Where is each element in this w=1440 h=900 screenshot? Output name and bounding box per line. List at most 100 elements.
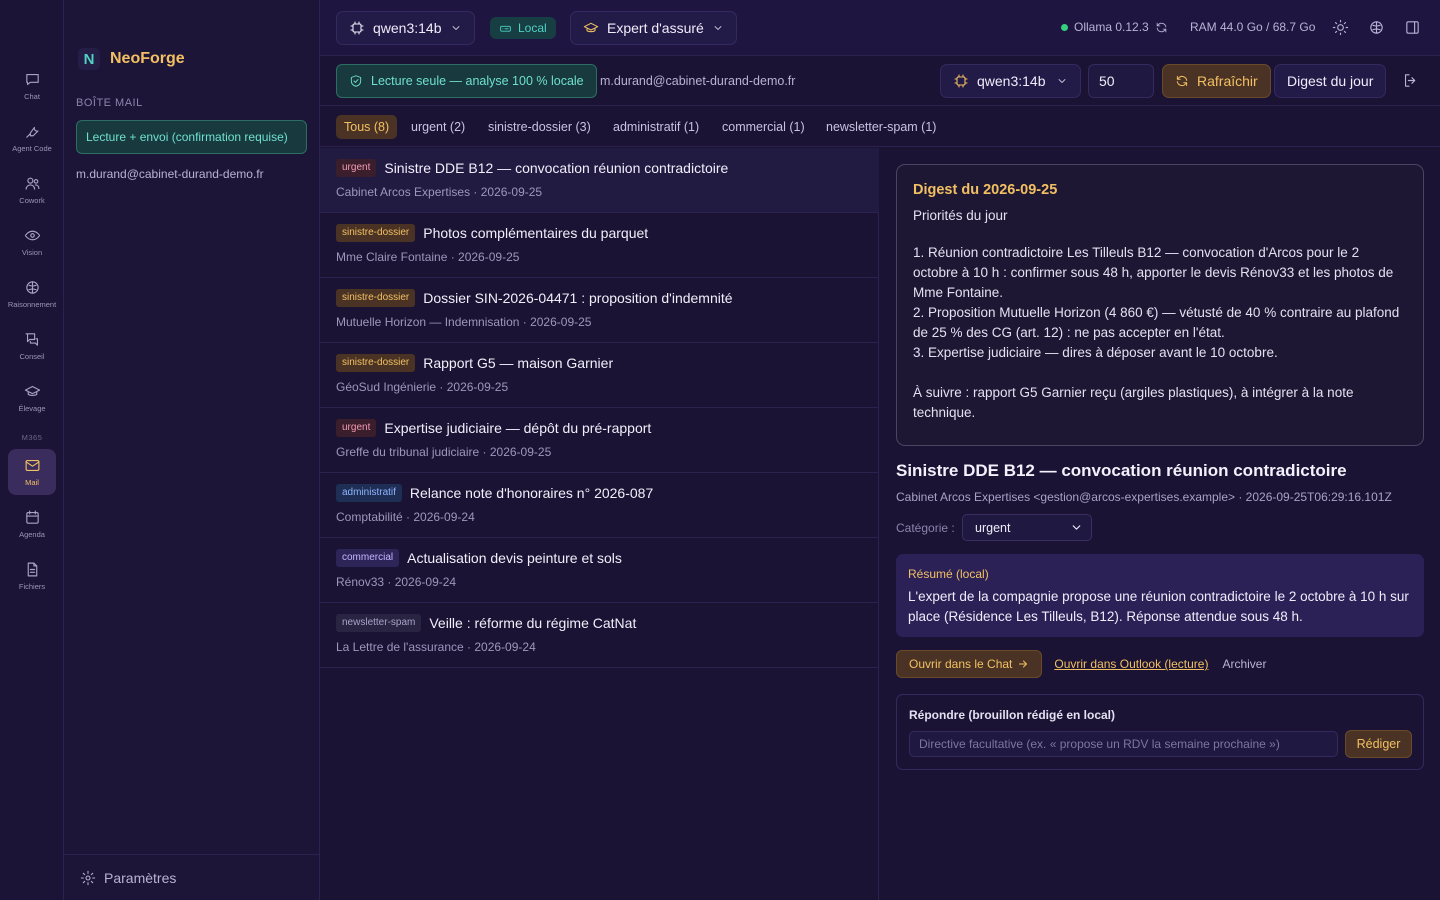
- readonly-label: Lecture seule — analyse 100 % locale: [371, 74, 584, 88]
- detail-actions: Ouvrir dans le Chat Ouvrir dans Outlook …: [896, 650, 1266, 678]
- sidebar-section-title: BOÎTE MAIL: [76, 97, 143, 109]
- rail-item-agenda[interactable]: Agenda: [8, 501, 56, 547]
- rail-item-raisonnement[interactable]: Raisonnement: [8, 271, 56, 317]
- message-subject: Veille : réforme du régime CatNat: [429, 615, 637, 631]
- app-rail: Chat Agent Code Cowork Vision Raisonneme…: [0, 0, 64, 900]
- digest-button[interactable]: Digest du jour: [1274, 64, 1387, 98]
- mail-model-name: qwen3:14b: [977, 73, 1046, 89]
- message-subject: Dossier SIN-2026-04471 : proposition d'i…: [423, 290, 733, 306]
- rail-item-cowork[interactable]: Cowork: [8, 167, 56, 213]
- open-in-outlook-link[interactable]: Ouvrir dans Outlook (lecture): [1054, 657, 1208, 671]
- persona-name: Expert d'assuré: [607, 20, 704, 36]
- tab-all[interactable]: Tous (8): [336, 115, 398, 139]
- refresh-button[interactable]: Rafraîchir: [1162, 64, 1271, 98]
- ollama-status: Ollama 0.12.3: [1061, 20, 1168, 34]
- message-subject: Expertise judiciaire — dépôt du pré-rapp…: [384, 420, 652, 436]
- category-tag: sinistre-dossier: [336, 354, 416, 372]
- brain-icon[interactable]: [1368, 19, 1385, 36]
- category-select[interactable]: urgent: [962, 514, 1092, 541]
- rail-label: Élevage: [18, 404, 46, 413]
- tab-commercial[interactable]: commercial (1): [714, 115, 813, 139]
- rail-item-fichiers[interactable]: Fichiers: [8, 553, 56, 599]
- digest-label: Digest du jour: [1287, 73, 1374, 89]
- mail-toolbar: Lecture seule — analyse 100 % locale m.d…: [320, 56, 1440, 106]
- draft-button[interactable]: Rédiger: [1345, 730, 1412, 758]
- status-dot: [1061, 23, 1068, 31]
- message-subject: Photos complémentaires du parquet: [423, 225, 649, 241]
- refresh-icon[interactable]: [1155, 21, 1168, 34]
- message-row[interactable]: urgent Sinistre DDE B12 — convocation réu…: [320, 148, 879, 213]
- rail-label: Agenda: [19, 530, 45, 539]
- chat-icon: [25, 73, 39, 86]
- chevron-down-icon: [1072, 525, 1081, 530]
- settings-label: Paramètres: [104, 869, 177, 886]
- message-row[interactable]: newsletter-spam Veille : réforme du régim…: [320, 603, 879, 668]
- rail-item-chat[interactable]: Chat: [8, 63, 56, 109]
- ollama-version: Ollama 0.12.3: [1074, 20, 1149, 34]
- sun-icon[interactable]: [1332, 19, 1349, 36]
- rail-label: Chat: [24, 92, 40, 101]
- open-in-chat-label: Ouvrir dans le Chat: [909, 657, 1013, 671]
- category-tag: newsletter-spam: [336, 614, 422, 632]
- calendar-icon: [25, 510, 39, 524]
- open-in-chat-button[interactable]: Ouvrir dans le Chat: [896, 650, 1043, 678]
- message-list: urgent Sinistre DDE B12 — convocation réu…: [320, 148, 879, 900]
- refresh-icon: [1176, 75, 1188, 87]
- archive-button[interactable]: Archiver: [1222, 657, 1266, 671]
- rail-item-mail[interactable]: Mail: [8, 449, 56, 495]
- reply-directive-input[interactable]: [909, 731, 1338, 757]
- mail-model-selector[interactable]: qwen3:14b: [940, 64, 1081, 98]
- rail-label: Conseil: [19, 352, 45, 361]
- message-row[interactable]: commercial Actualisation devis peinture e…: [320, 538, 879, 603]
- category-tag: sinistre-dossier: [336, 224, 416, 242]
- message-subject: Actualisation devis peinture et sols: [407, 550, 622, 566]
- reply-title: Répondre (brouillon rédigé en local): [909, 708, 1116, 722]
- message-meta: Greffe du tribunal judiciaire · 2026-09-…: [336, 445, 552, 459]
- category-tag: commercial: [336, 549, 400, 567]
- digest-item: 1. Réunion contradictoire Les Tilleuls B…: [913, 245, 1394, 300]
- tab-urgent[interactable]: urgent (2): [403, 115, 473, 139]
- digest-body: 1. Réunion contradictoire Les Tilleuls B…: [913, 243, 1407, 423]
- message-row[interactable]: sinistre-dossier Rapport G5 — maison Garn…: [320, 343, 879, 408]
- tab-administratif[interactable]: administratif (1): [605, 115, 707, 139]
- panel-icon[interactable]: [1404, 19, 1421, 36]
- message-detail: Digest du 2026-09-25 Priorités du jour 1…: [880, 148, 1440, 900]
- message-row[interactable]: sinistre-dossier Photos complémentaires d…: [320, 213, 879, 278]
- summary-text: L'expert de la compagnie propose une réu…: [908, 589, 1409, 624]
- refresh-label: Rafraîchir: [1197, 73, 1258, 89]
- tab-sinistre-dossier[interactable]: sinistre-dossier (3): [480, 115, 599, 139]
- category-tag: sinistre-dossier: [336, 289, 416, 307]
- message-row[interactable]: urgent Expertise judiciaire — dépôt du pr…: [320, 408, 879, 473]
- mail-account: m.durand@cabinet-durand-demo.fr: [600, 74, 796, 88]
- brand-name: NeoForge: [110, 50, 185, 67]
- message-meta: Mutuelle Horizon — Indemnisation · 2026-…: [336, 315, 592, 329]
- rail-item-elevage[interactable]: Élevage: [8, 375, 56, 421]
- sidebar-account[interactable]: m.durand@cabinet-durand-demo.fr: [76, 167, 264, 181]
- message-row[interactable]: administratif Relance note d'honoraires n…: [320, 473, 879, 538]
- rail-item-conseil[interactable]: Conseil: [8, 323, 56, 369]
- message-count-input[interactable]: [1088, 64, 1154, 98]
- persona-selector[interactable]: Expert d'assuré: [570, 11, 737, 45]
- chevron-down-icon: [1058, 79, 1066, 83]
- model-selector[interactable]: qwen3:14b: [336, 11, 475, 45]
- tab-newsletter-spam[interactable]: newsletter-spam (1): [818, 115, 944, 139]
- digest-item: 3. Expertise judiciaire — dires à dépose…: [913, 345, 1278, 360]
- message-row[interactable]: sinistre-dossier Dossier SIN-2026-04471 :…: [320, 278, 879, 343]
- message-subject: Sinistre DDE B12 — convocation réunion c…: [384, 160, 729, 176]
- rail-item-vision[interactable]: Vision: [8, 219, 56, 265]
- rail-item-agent-code[interactable]: Agent Code: [8, 115, 56, 161]
- category-tag: administratif: [336, 484, 402, 502]
- message-meta: La Lettre de l'assurance · 2026-09-24: [336, 640, 536, 654]
- logout-icon[interactable]: [1402, 72, 1419, 89]
- brain-icon: [25, 281, 39, 294]
- settings-button[interactable]: Paramètres: [64, 854, 319, 900]
- server-icon: [500, 25, 511, 32]
- chip-icon: [350, 21, 364, 35]
- message-meta: GéoSud Ingénierie · 2026-09-25: [336, 380, 509, 394]
- rail-label: Fichiers: [18, 582, 46, 591]
- mail-mode-option[interactable]: Lecture + envoi (confirmation requise): [76, 120, 307, 154]
- rail-label: Cowork: [19, 196, 45, 205]
- category-label: Catégorie :: [896, 521, 955, 535]
- category-value: urgent: [975, 520, 1011, 535]
- rail-label: Vision: [21, 248, 43, 257]
